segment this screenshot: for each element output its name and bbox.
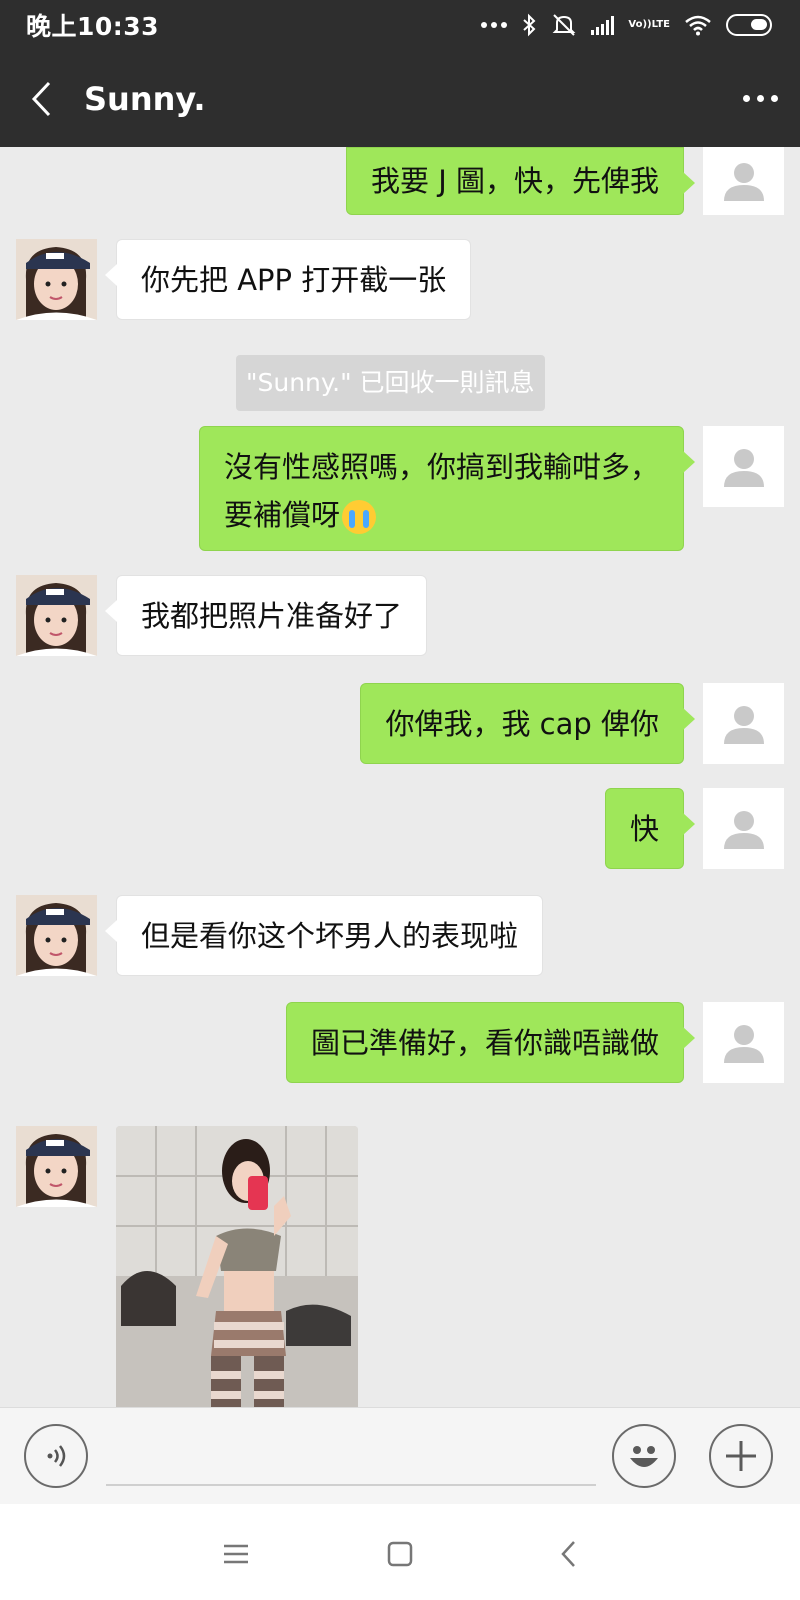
contact-photo [16,1126,97,1207]
my-avatar[interactable] [703,1002,784,1083]
more-options-button[interactable] [720,50,800,147]
smiley-icon [630,1446,658,1467]
voice-button[interactable] [24,1424,88,1488]
emoji-button[interactable] [612,1424,676,1488]
bluetooth-icon [521,13,537,37]
message-list[interactable]: 我要 J 圖，快，先俾我 你先把 APP 打开截一张 "Sunny." 已回收一… [0,147,800,1407]
home-button[interactable] [370,1524,430,1584]
my-avatar[interactable] [703,426,784,507]
contact-avatar[interactable] [16,895,97,976]
incoming-message[interactable]: 但是看你这个坏男人的表现啦 [104,895,544,976]
more-dot [770,95,778,102]
default-user-icon [723,163,764,201]
voice-icon [47,1445,66,1467]
volte-icon: Vo)) LTE [628,19,670,30]
message-input[interactable] [106,1428,596,1486]
my-avatar[interactable] [703,788,784,869]
loudly-crying-face-emoji [342,499,376,534]
chat-title: Sunny. [84,79,206,118]
outgoing-message[interactable]: 你俾我，我 cap 俾你 [360,683,695,764]
outgoing-message[interactable]: 快 [604,788,696,869]
default-user-icon [723,448,764,487]
photo-image [116,1126,358,1407]
battery-icon [726,14,772,36]
system-nav-bar [0,1504,800,1600]
contact-photo [16,575,97,656]
more-functions-button[interactable] [709,1424,773,1488]
chat-header: Sunny. [0,50,800,147]
status-icons: Vo)) LTE [481,13,772,37]
default-user-icon [723,705,764,744]
signal-icon [591,15,615,35]
my-avatar[interactable] [703,147,784,215]
status-time: 晚上10:33 [26,12,160,41]
more-dot [756,95,764,102]
wifi-icon [684,14,712,36]
default-user-icon [723,810,764,849]
outgoing-message[interactable]: 沒有性感照嗎，你搞到我輸咁多， 要補償呀 [198,426,696,551]
menu-icon [224,1544,248,1564]
more-dot [742,95,750,102]
outgoing-message[interactable]: 圖已準備好，看你識唔識做 [285,1002,696,1083]
my-avatar[interactable] [703,683,784,764]
contact-avatar[interactable] [16,1126,97,1207]
contact-photo [16,895,97,976]
image-message[interactable] [116,1126,358,1407]
contact-avatar[interactable] [16,239,97,320]
plus-icon [726,1441,756,1471]
chevron-left-icon [31,81,51,116]
incoming-message[interactable]: 我都把照片准备好了 [104,575,428,656]
status-bar: 晚上10:33 Vo)) LTE [0,0,800,50]
menu-button[interactable] [206,1524,266,1584]
home-icon [387,1541,413,1567]
system-back-button[interactable] [538,1524,598,1584]
contact-avatar[interactable] [16,575,97,656]
input-bar [0,1407,800,1504]
back-button[interactable] [6,50,76,147]
default-user-icon [723,1024,764,1063]
mute-icon [551,13,577,37]
contact-photo [16,239,97,320]
back-icon [561,1541,575,1567]
incoming-message[interactable]: 你先把 APP 打开截一张 [104,239,472,320]
more-dots-icon [481,22,508,28]
outgoing-message[interactable]: 我要 J 圖，快，先俾我 [346,147,695,215]
system-notice: "Sunny." 已回收一則訊息 [236,355,545,411]
